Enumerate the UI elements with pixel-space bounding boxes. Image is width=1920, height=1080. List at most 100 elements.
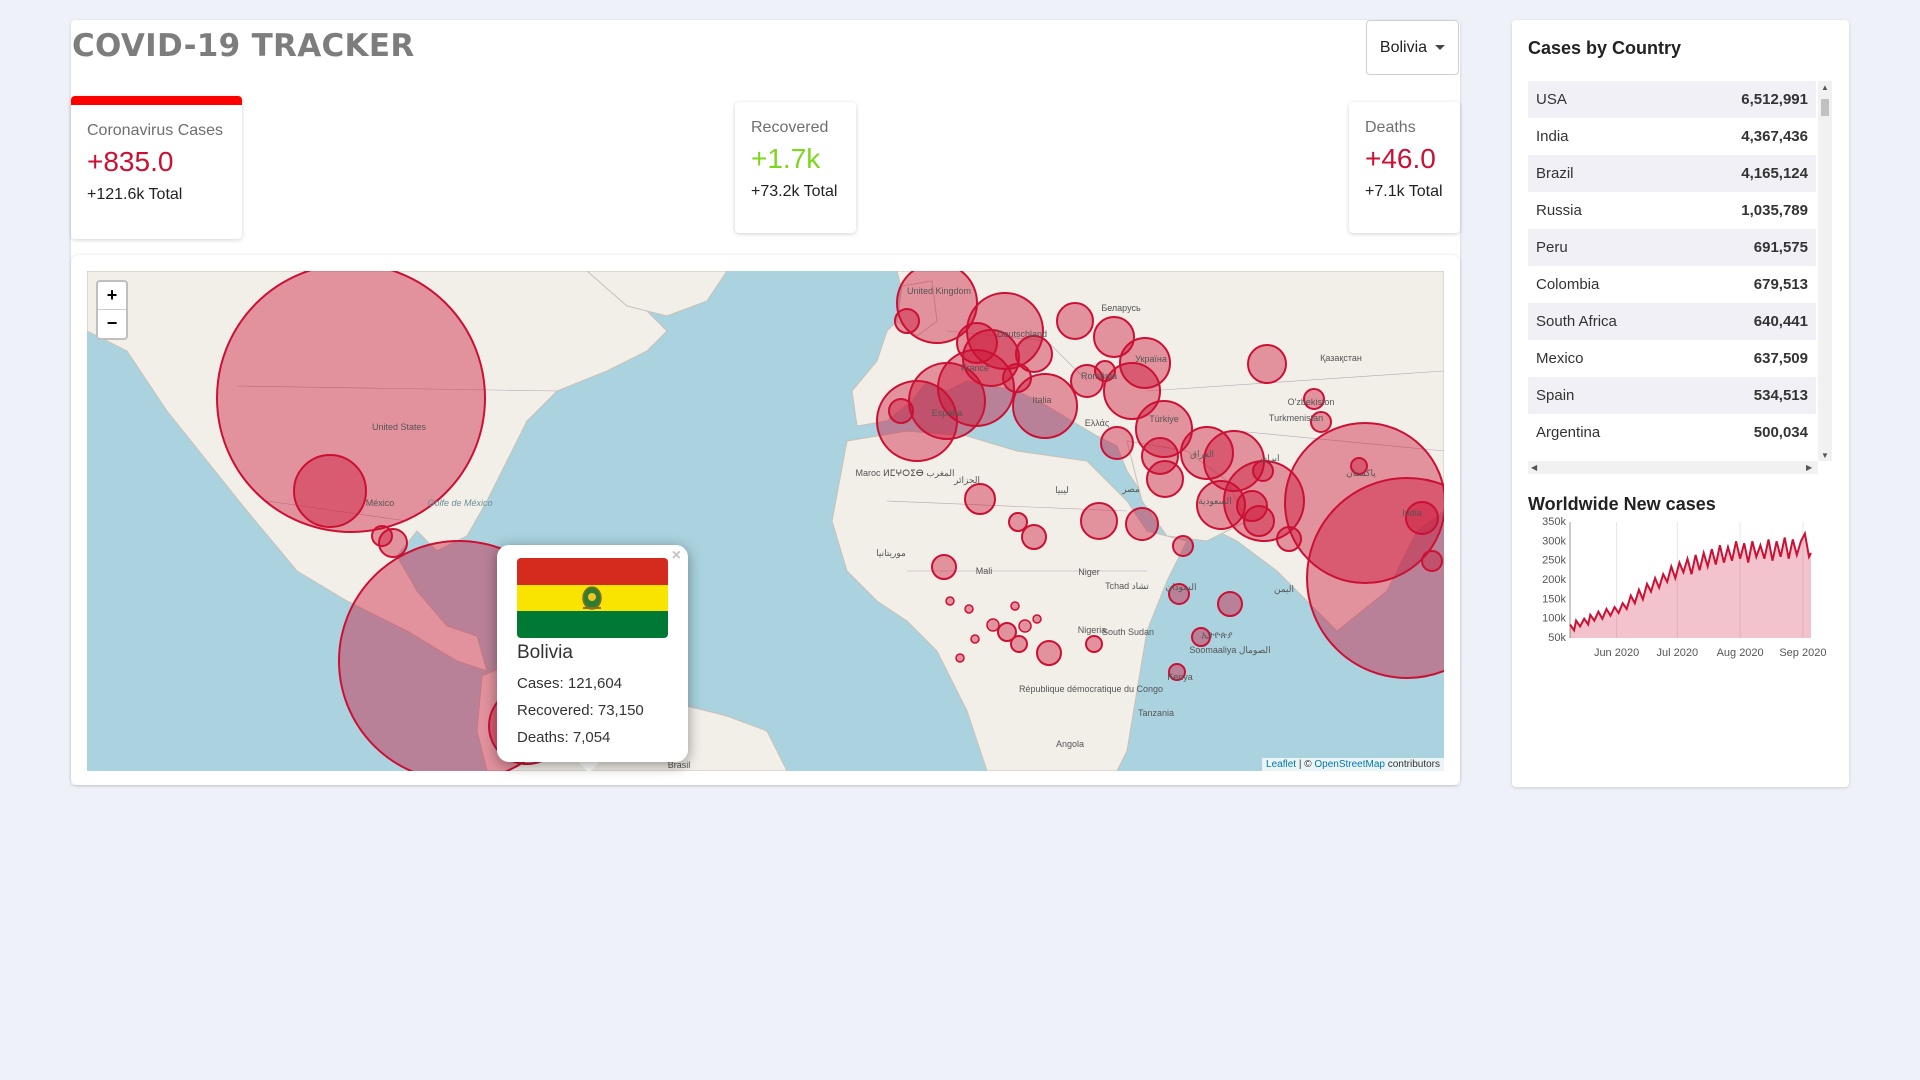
y-tick-label: 100k xyxy=(1542,613,1566,625)
zoom-control: + − xyxy=(96,280,128,340)
scroll-thumb[interactable] xyxy=(1821,99,1829,116)
scroll-right-icon[interactable]: ▶ xyxy=(1806,463,1812,472)
table-row[interactable]: India 4,367,436 xyxy=(1528,118,1816,155)
country-cases: 534,513 xyxy=(1753,387,1808,404)
stat-card-recovered[interactable]: Recovered +1.7k +73.2k Total xyxy=(735,102,856,233)
table-vertical-scrollbar[interactable]: ▲ ▼ xyxy=(1818,81,1832,461)
country-name: Spain xyxy=(1536,387,1575,404)
case-circle[interactable] xyxy=(894,308,920,334)
table-row[interactable]: Mexico 637,509 xyxy=(1528,340,1816,377)
case-circle[interactable] xyxy=(1002,363,1032,393)
country-dropdown[interactable]: Bolivia xyxy=(1366,20,1459,75)
table-row[interactable]: Spain 534,513 xyxy=(1528,377,1816,414)
country-cases: 637,509 xyxy=(1753,350,1808,367)
table-row[interactable]: Peru 691,575 xyxy=(1528,229,1816,266)
case-circle[interactable] xyxy=(1100,426,1134,460)
case-circle[interactable] xyxy=(1021,524,1047,550)
cases-table[interactable]: USA 6,512,991 India 4,367,436 Brazil 4,165,12… xyxy=(1528,81,1816,465)
leaflet-link[interactable]: Leaflet xyxy=(1266,759,1296,770)
cases-label: Coronavirus Cases xyxy=(87,122,224,139)
case-circle[interactable] xyxy=(1217,591,1243,617)
scroll-down-icon[interactable]: ▼ xyxy=(1821,451,1829,460)
case-circle[interactable] xyxy=(1085,635,1103,653)
popup-close-button[interactable]: × xyxy=(672,547,681,565)
deaths-value: +46.0 xyxy=(1365,143,1436,174)
popup-country-name: Bolivia xyxy=(517,642,573,663)
label-uzbekistan: O'zbekiston xyxy=(1288,397,1335,407)
label-libya: ليبيا xyxy=(1055,485,1069,495)
case-circle[interactable] xyxy=(1405,501,1439,535)
label-yemen: اليمن xyxy=(1274,584,1294,595)
case-circle[interactable] xyxy=(1252,460,1274,482)
case-circle[interactable] xyxy=(986,618,1000,632)
table-row[interactable]: Argentina 500,034 xyxy=(1528,414,1816,451)
label-usa: United States xyxy=(372,422,427,432)
flag-stripe-green xyxy=(517,611,668,638)
label-chad: Tchad تشاد xyxy=(1105,581,1149,591)
label-france: France xyxy=(961,363,989,373)
label-italy: Italia xyxy=(1032,395,1051,405)
case-circle[interactable] xyxy=(1036,640,1062,666)
table-row[interactable]: Brazil 4,165,124 xyxy=(1528,155,1816,192)
case-circle[interactable] xyxy=(1421,550,1443,572)
table-row[interactable]: Colombia 679,513 xyxy=(1528,266,1816,303)
label-tanzania: Tanzania xyxy=(1138,708,1174,718)
coat-of-arms-icon xyxy=(582,585,602,610)
case-circle[interactable] xyxy=(1125,507,1159,541)
case-circle[interactable] xyxy=(888,398,914,424)
case-circle[interactable] xyxy=(371,525,393,547)
scroll-up-icon[interactable]: ▲ xyxy=(1821,83,1829,92)
case-circle[interactable] xyxy=(1146,460,1184,498)
table-row[interactable]: Russia 1,035,789 xyxy=(1528,192,1816,229)
country-popup: × Bolivia Cases: 121,604 Recovered: 73,1… xyxy=(497,545,688,762)
case-circle[interactable] xyxy=(1010,601,1020,611)
label-niger: Niger xyxy=(1078,567,1100,577)
zoom-in-button[interactable]: + xyxy=(98,282,126,309)
label-morocco: Maroc ⵍⵎⵖⵔⵉⴱ المغرب xyxy=(856,468,955,479)
case-circle[interactable] xyxy=(1010,635,1028,653)
table-row[interactable]: USA 6,512,991 xyxy=(1528,81,1816,118)
recovered-total: +73.2k Total xyxy=(751,183,838,200)
case-circle[interactable] xyxy=(955,653,965,663)
label-drc: République démocratique du Congo xyxy=(1019,684,1163,694)
case-circle[interactable] xyxy=(945,596,955,606)
label-algeria: الجزائر xyxy=(953,475,980,486)
table-horizontal-scrollbar[interactable]: ◀ ▶ xyxy=(1528,461,1818,474)
case-circle[interactable] xyxy=(931,554,957,580)
y-tick-label: 150k xyxy=(1542,593,1566,605)
case-circle[interactable] xyxy=(964,604,974,614)
case-circle[interactable] xyxy=(1080,502,1118,540)
scroll-left-icon[interactable]: ◀ xyxy=(1531,463,1537,472)
case-circle[interactable] xyxy=(970,634,980,644)
case-circle[interactable] xyxy=(293,454,367,528)
label-pakistan: پاکستان xyxy=(1346,468,1376,479)
stat-card-deaths[interactable]: Deaths +46.0 +7.1k Total xyxy=(1349,102,1460,233)
table-row[interactable]: South Africa 640,441 xyxy=(1528,303,1816,340)
case-circle[interactable] xyxy=(1008,512,1028,532)
osm-link[interactable]: OpenStreetMap xyxy=(1314,759,1385,770)
country-cases: 640,441 xyxy=(1753,313,1808,330)
label-spain: España xyxy=(932,408,963,418)
label-kenya: Kenya xyxy=(1167,672,1193,682)
chart-y-ticks: 350k 300k 250k 200k 150k 100k 50k xyxy=(1542,516,1566,644)
country-cases: 679,513 xyxy=(1753,276,1808,293)
label-south-sudan: South Sudan xyxy=(1102,627,1154,637)
case-circle[interactable] xyxy=(1247,344,1287,384)
recovered-value: +1.7k xyxy=(751,143,821,174)
label-ukraine: Україна xyxy=(1135,354,1167,364)
x-tick-label: Jul 2020 xyxy=(1657,647,1699,659)
case-circle[interactable] xyxy=(1243,505,1275,537)
case-circle[interactable] xyxy=(1172,535,1194,557)
y-tick-label: 200k xyxy=(1542,574,1566,586)
case-circle[interactable] xyxy=(1032,614,1042,624)
country-name: Russia xyxy=(1536,202,1582,219)
new-cases-chart: 350k 300k 250k 200k 150k 100k 50k Jun 2020 Jul … xyxy=(1542,516,1826,659)
stat-card-cases[interactable]: Coronavirus Cases +835.0 +121.6k Total xyxy=(71,96,242,239)
case-circle[interactable] xyxy=(876,380,958,462)
case-circle[interactable] xyxy=(964,483,996,515)
country-name: India xyxy=(1536,128,1569,145)
zoom-out-button[interactable]: − xyxy=(98,309,126,337)
world-map[interactable]: United Kingdom Беларусь Deutschland Укра… xyxy=(87,271,1444,771)
case-circle[interactable] xyxy=(1056,302,1094,340)
case-circle[interactable] xyxy=(1018,619,1032,633)
